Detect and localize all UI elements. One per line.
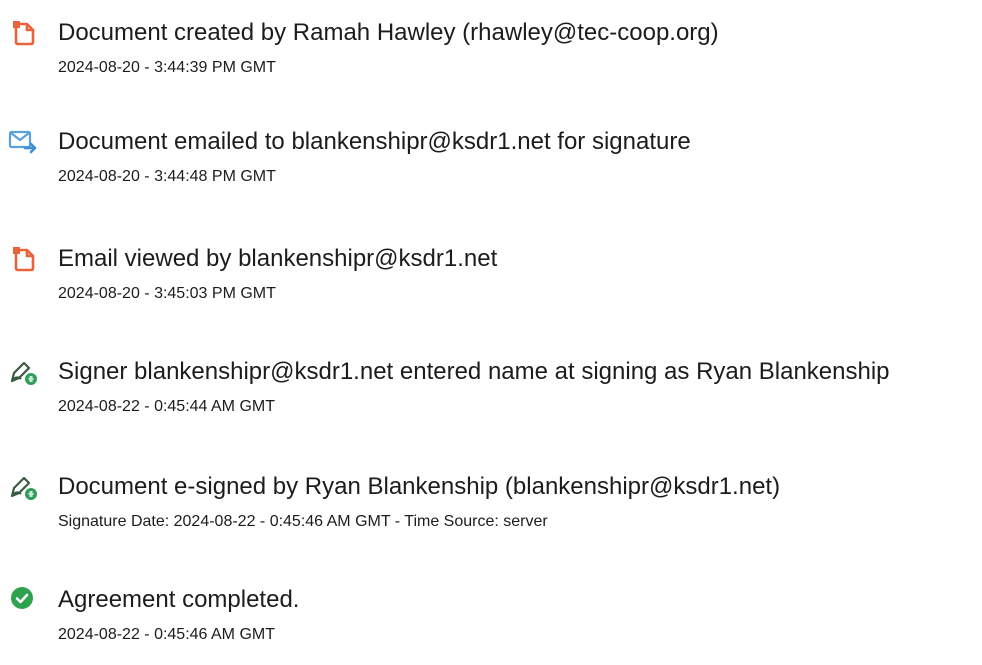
document-icon bbox=[8, 18, 38, 48]
event-signature-detail: Signature Date: 2024-08-22 - 0:45:46 AM … bbox=[58, 513, 548, 530]
event-title: Email viewed by blankenshipr@ksdr1.net bbox=[58, 245, 498, 272]
event-timestamp: 2024-08-22 - 0:45:44 AM GMT bbox=[58, 398, 275, 415]
esign-pen-icon bbox=[8, 472, 38, 502]
esign-pen-icon bbox=[8, 357, 38, 387]
history-event-email-viewed: Email viewed by blankenshipr@ksdr1.net 2… bbox=[0, 244, 982, 324]
event-title: Signer blankenshipr@ksdr1.net entered na… bbox=[58, 358, 890, 385]
event-title: Document e-signed by Ryan Blankenship (b… bbox=[58, 473, 781, 500]
check-circle-icon bbox=[8, 585, 38, 615]
event-timestamp: 2024-08-20 - 3:44:39 PM GMT bbox=[58, 59, 276, 76]
event-timestamp: 2024-08-22 - 0:45:46 AM GMT bbox=[58, 626, 275, 643]
history-event-agreement-completed: Agreement completed. 2024-08-22 - 0:45:4… bbox=[0, 585, 982, 665]
history-event-signer-entered-name: Signer blankenshipr@ksdr1.net entered na… bbox=[0, 357, 982, 437]
history-event-document-emailed: Document emailed to blankenshipr@ksdr1.n… bbox=[0, 127, 982, 207]
event-title: Agreement completed. bbox=[58, 586, 300, 613]
history-event-document-esigned: Document e-signed by Ryan Blankenship (b… bbox=[0, 472, 982, 552]
email-sent-icon bbox=[8, 127, 38, 157]
event-title: Document created by Ramah Hawley (rhawle… bbox=[58, 19, 719, 46]
event-title: Document emailed to blankenshipr@ksdr1.n… bbox=[58, 128, 691, 155]
event-timestamp: 2024-08-20 - 3:44:48 PM GMT bbox=[58, 168, 276, 185]
event-timestamp: 2024-08-20 - 3:45:03 PM GMT bbox=[58, 285, 276, 302]
document-icon bbox=[8, 244, 38, 274]
history-event-document-created: Document created by Ramah Hawley (rhawle… bbox=[0, 18, 982, 98]
